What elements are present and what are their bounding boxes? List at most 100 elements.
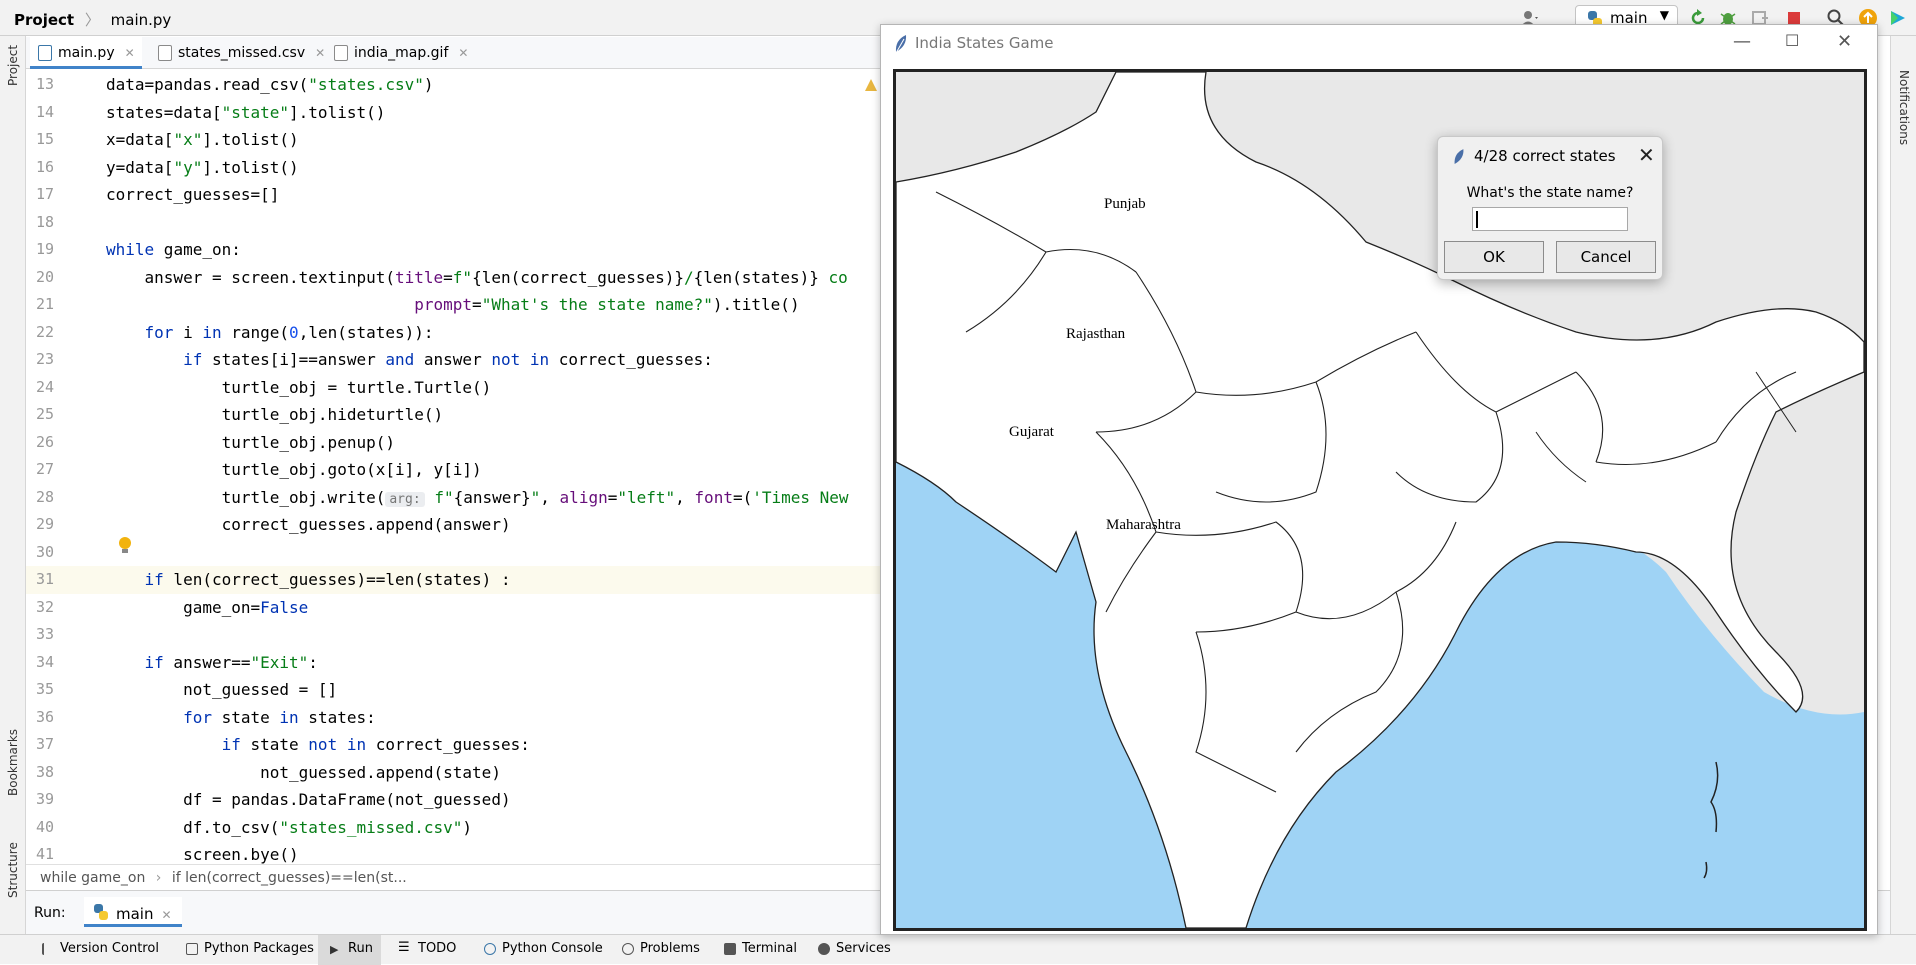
structure-tool-window-button[interactable]: Structure — [6, 842, 20, 898]
close-icon[interactable]: ✕ — [458, 46, 468, 60]
python-file-icon — [38, 45, 52, 61]
code-line[interactable]: 30 — [26, 539, 880, 567]
minimize-icon[interactable]: — — [1733, 31, 1751, 52]
code-line[interactable]: 40 df.to_csv("states_missed.csv") — [26, 814, 880, 842]
project-tool-window-button[interactable]: Project — [6, 45, 20, 86]
code-line[interactable]: 25 turtle_obj.hideturtle() — [26, 401, 880, 429]
code-line[interactable]: 21 prompt="What's the state name?").titl… — [26, 291, 880, 319]
line-number: 16 — [35, 157, 54, 176]
code-line[interactable]: 23 if states[i]==answer and answer not i… — [26, 346, 880, 374]
item-label: Version Control — [60, 941, 159, 956]
code-line[interactable]: 38 not_guessed.append(state) — [26, 759, 880, 787]
code-text: answer = screen.textinput(title=f"{len(c… — [106, 264, 848, 292]
item-label: Python Packages — [204, 941, 314, 956]
turtle-canvas[interactable]: Punjab Rajasthan Gujarat Maharashtra — [893, 69, 1867, 931]
run-config-tab[interactable]: main ✕ — [84, 897, 182, 927]
code-text: screen.bye() — [106, 841, 299, 864]
code-line[interactable]: 13 data=pandas.read_csv("states.csv") — [26, 71, 880, 99]
item-label: TODO — [418, 941, 457, 956]
breadcrumb-project[interactable]: Project — [14, 11, 74, 29]
python-console-button[interactable]: Python Console — [482, 941, 603, 956]
code-token: False — [260, 597, 309, 617]
code-line[interactable]: 24 turtle_obj = turtle.Turtle() — [26, 374, 880, 402]
notifications-button[interactable]: Notifications — [1897, 70, 1911, 145]
plugin-icon[interactable] — [1888, 8, 1908, 28]
close-icon[interactable]: ✕ — [1837, 31, 1852, 52]
code-token: i — [173, 322, 203, 342]
code-token: not in — [491, 350, 550, 369]
ok-button[interactable]: OK — [1444, 241, 1544, 273]
code-token: answer = screen.textinput( — [106, 267, 395, 287]
terminal-button[interactable]: Terminal — [722, 941, 797, 956]
code-line[interactable]: 39 df = pandas.DataFrame(not_guessed) — [26, 786, 880, 814]
cancel-button[interactable]: Cancel — [1556, 241, 1656, 273]
version-control-button[interactable]: Version Control — [40, 941, 159, 956]
code-text: x=data["x"].tolist() — [106, 126, 299, 154]
tab-main-py[interactable]: main.py ✕ — [30, 37, 142, 69]
code-line[interactable]: 28 turtle_obj.write(arg: f"{answer}", al… — [26, 484, 880, 512]
run-tool-button[interactable]: ▶ Run — [318, 935, 381, 965]
code-text: if len(correct_guesses)==len(states) : — [106, 566, 511, 594]
code-token: , — [675, 487, 695, 507]
code-line[interactable]: 36 for state in states: — [26, 704, 880, 732]
code-token: correct_guesses=[] — [106, 185, 280, 204]
code-line[interactable]: 20 answer = screen.textinput(title=f"{le… — [26, 264, 880, 292]
code-line[interactable]: 16 y=data["y"].tolist() — [26, 154, 880, 182]
code-token: if — [221, 735, 241, 754]
run-config-label: main — [116, 905, 154, 923]
code-line[interactable]: 34 if answer=="Exit": — [26, 649, 880, 677]
code-token: "states_missed.csv" — [279, 817, 463, 837]
close-icon[interactable]: ✕ — [1638, 143, 1655, 167]
code-line[interactable]: 17 correct_guesses=[] — [26, 181, 880, 209]
code-line[interactable]: 15 x=data["x"].tolist() — [26, 126, 880, 154]
code-line[interactable]: 27 turtle_obj.goto(x[i], y[i]) — [26, 456, 880, 484]
code-token: df.to_csv( — [106, 817, 280, 837]
code-line[interactable]: 29 correct_guesses.append(answer) — [26, 511, 880, 539]
game-window-titlebar: India States Game — ☐ ✕ — [881, 25, 1877, 65]
code-line[interactable]: 19 while game_on: — [26, 236, 880, 264]
lightbulb-icon[interactable] — [118, 536, 132, 556]
state-name-input[interactable] — [1472, 207, 1628, 231]
code-line[interactable]: 41 screen.bye() — [26, 841, 880, 864]
code-line[interactable]: 35 not_guessed = [] — [26, 676, 880, 704]
bookmarks-tool-window-button[interactable]: Bookmarks — [6, 729, 20, 796]
line-number: 30 — [35, 542, 54, 561]
code-line[interactable]: 14 states=data["state"].tolist() — [26, 99, 880, 127]
breadcrumb-if[interactable]: if len(correct_guesses)==len(st... — [172, 870, 407, 886]
problems-button[interactable]: Problems — [620, 941, 700, 956]
code-token: answer== — [163, 652, 251, 672]
warning-icon[interactable] — [864, 78, 878, 92]
close-icon[interactable]: ✕ — [315, 46, 325, 60]
info-icon — [622, 943, 634, 955]
code-token: =( — [732, 487, 753, 507]
close-icon[interactable]: ✕ — [125, 46, 135, 60]
code-token: font — [694, 487, 733, 507]
code-text: prompt="What's the state name?").title() — [106, 291, 799, 319]
breadcrumb-file[interactable]: main.py — [111, 11, 172, 29]
code-line[interactable]: 26 turtle_obj.penup() — [26, 429, 880, 457]
services-button[interactable]: Services — [816, 941, 891, 956]
code-text: data=pandas.read_csv("states.csv") — [106, 71, 434, 99]
code-line[interactable]: 32 game_on=False — [26, 594, 880, 622]
code-line[interactable]: 33 — [26, 621, 880, 649]
code-line[interactable]: 18 — [26, 209, 880, 237]
line-number: 23 — [35, 350, 54, 368]
tab-india-map-gif[interactable]: india_map.gif ✕ — [326, 37, 494, 69]
code-line[interactable]: 37 if state not in correct_guesses: — [26, 731, 880, 759]
navigation-breadcrumb: Project 〉 main.py — [14, 11, 172, 29]
close-icon[interactable]: ✕ — [161, 908, 171, 922]
tab-states-missed-csv[interactable]: states_missed.csv ✕ — [150, 37, 325, 69]
python-packages-button[interactable]: Python Packages — [184, 941, 314, 956]
code-token: if — [183, 350, 203, 369]
code-text: turtle_obj.penup() — [106, 429, 395, 457]
code-line[interactable]: 31 if len(correct_guesses)==len(states) … — [26, 566, 880, 594]
todo-button[interactable]: ☰ TODO — [398, 940, 457, 956]
breadcrumb-while[interactable]: while game_on — [40, 870, 145, 886]
code-editor[interactable]: 13 data=pandas.read_csv("states.csv") 14 st… — [26, 70, 880, 864]
code-token: turtle_obj.goto(x[i], y[i]) — [106, 460, 482, 479]
code-token: "left" — [617, 487, 676, 507]
maximize-icon[interactable]: ☐ — [1785, 31, 1799, 50]
code-line[interactable]: 22 for i in range(0,len(states)): — [26, 319, 880, 347]
